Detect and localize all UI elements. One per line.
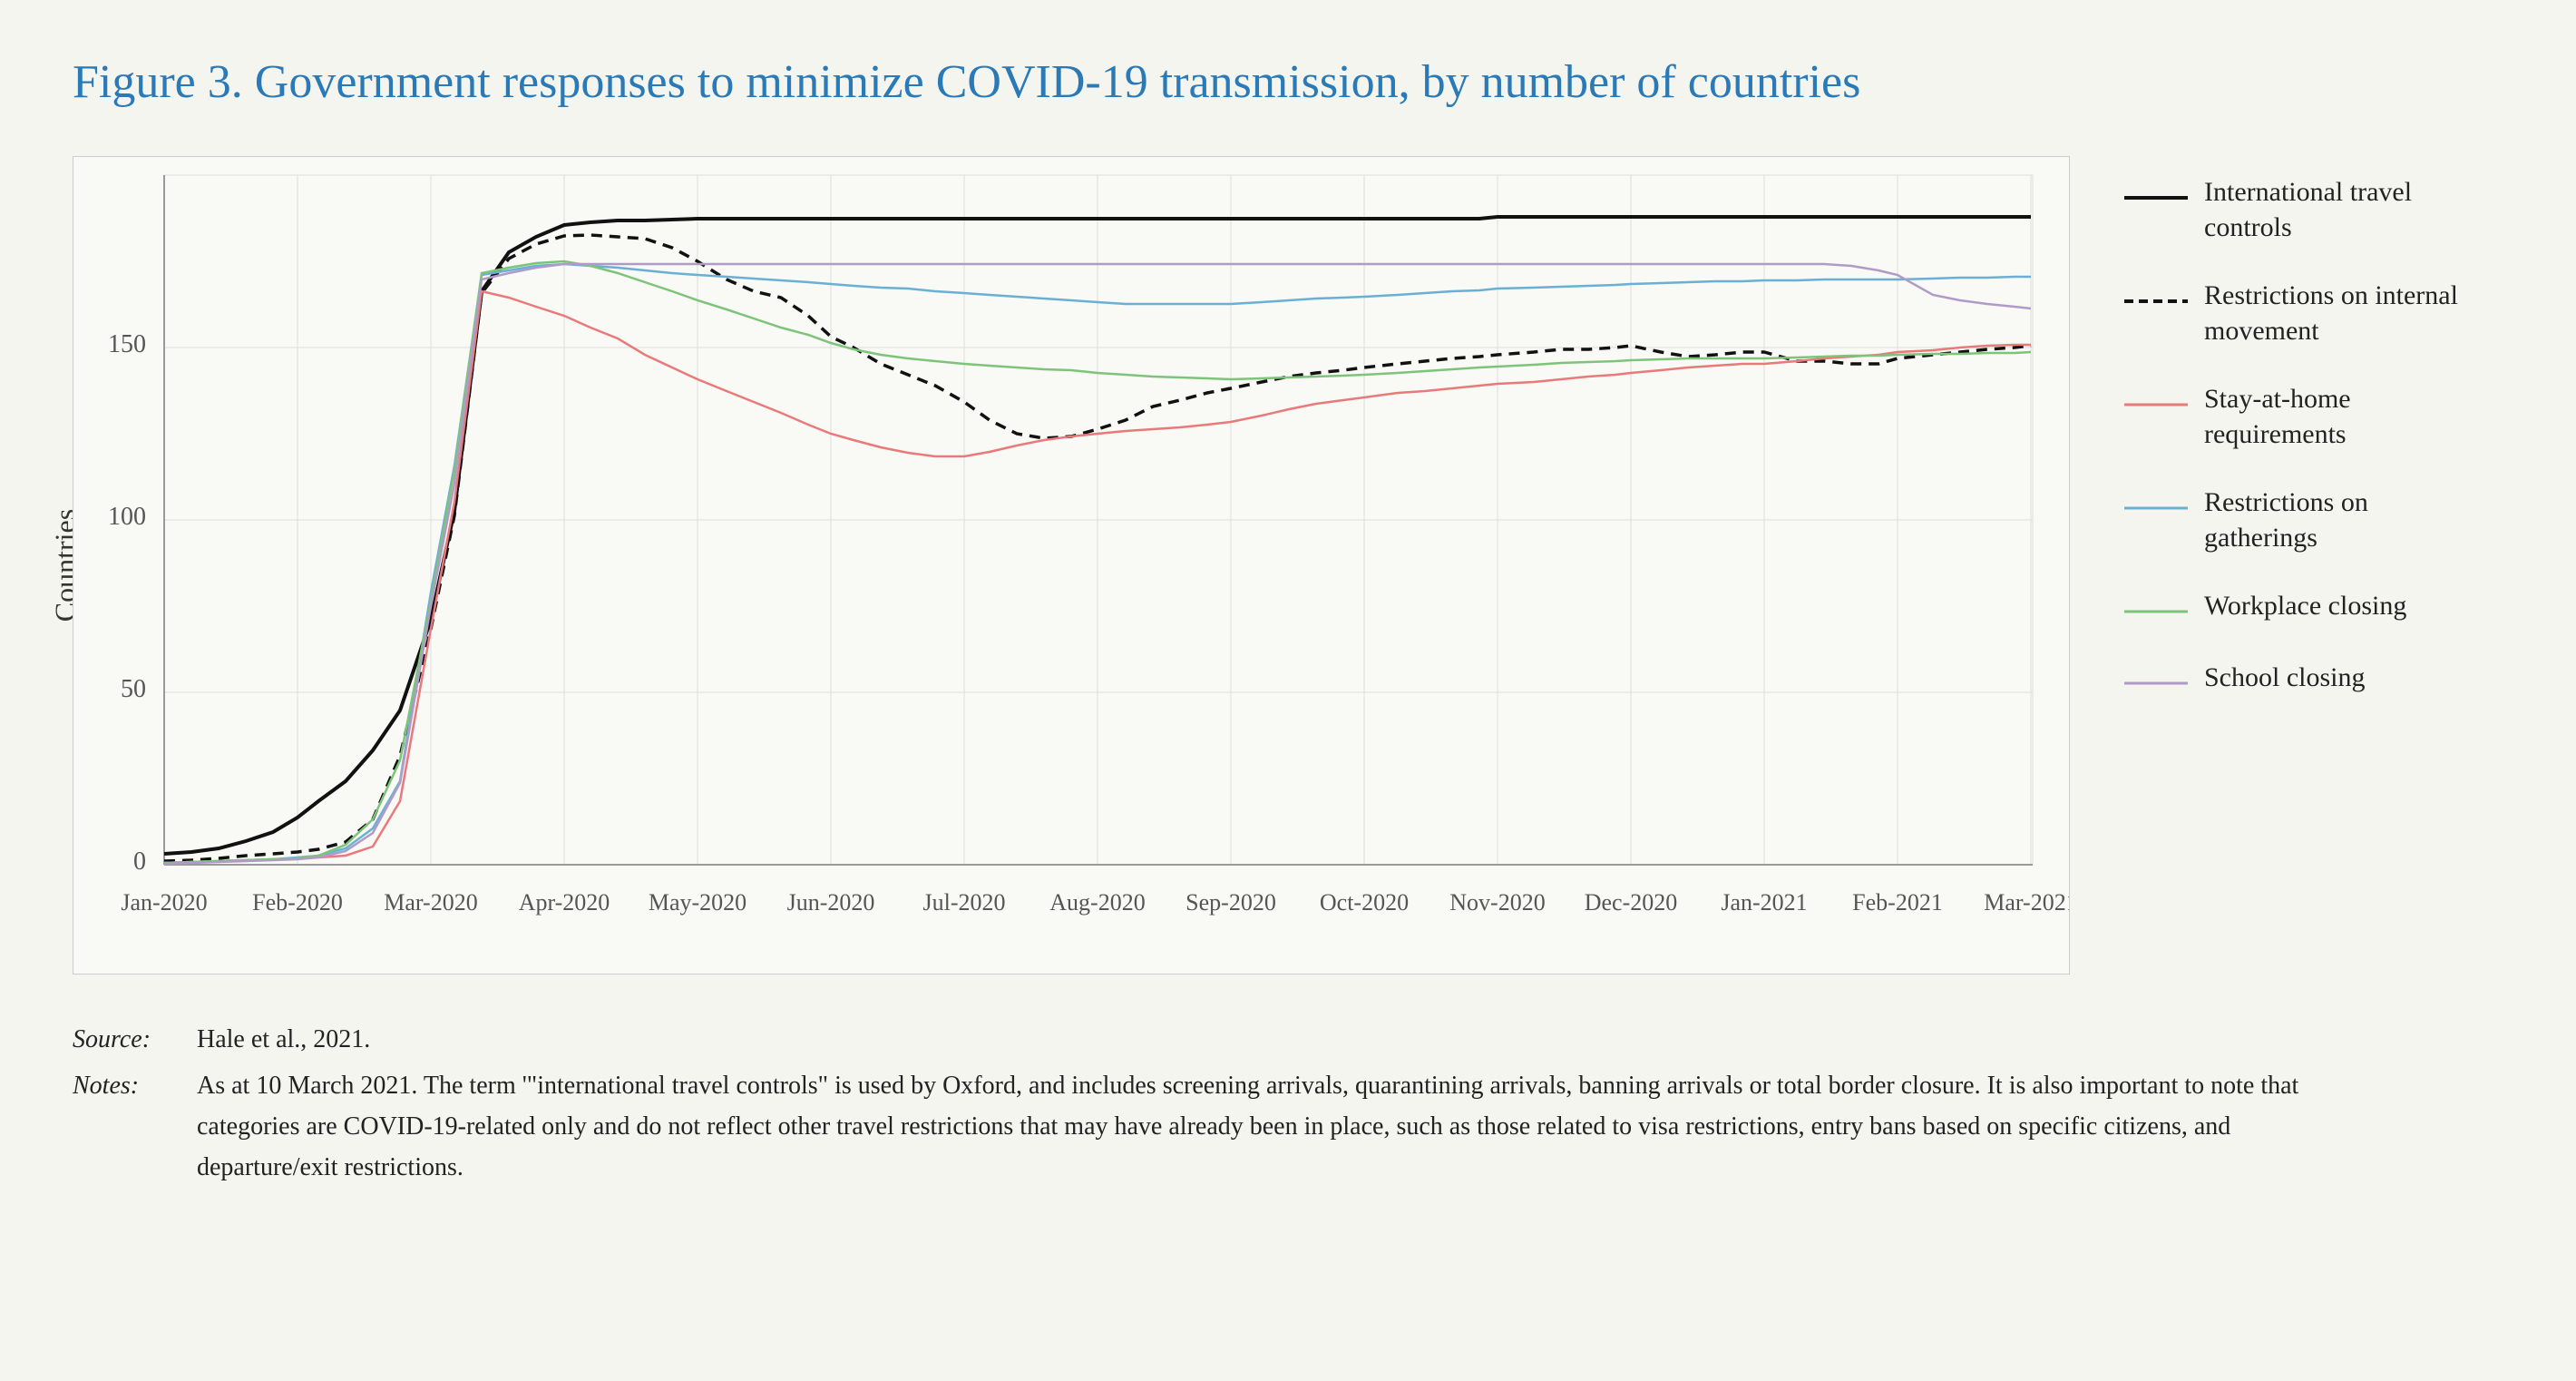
- legend-line-internal: [2124, 290, 2188, 317]
- notes-label: Notes:: [73, 1066, 190, 1107]
- legend-line-workplace: [2124, 601, 2188, 627]
- legend-label-internal: Restrictions on internal movement: [2204, 278, 2487, 348]
- svg-text:0: 0: [133, 847, 146, 876]
- legend-line-international: [2124, 187, 2188, 213]
- svg-text:Jan-2021: Jan-2021: [1721, 889, 1807, 916]
- legend-item-internal: Restrictions on internal movement: [2124, 278, 2487, 348]
- legend-item-gatherings: Restrictions on gatherings: [2124, 485, 2487, 555]
- chart-container: Countries: [73, 156, 2503, 975]
- svg-text:Sep-2020: Sep-2020: [1186, 889, 1276, 916]
- legend-label-gatherings: Restrictions on gatherings: [2204, 485, 2487, 555]
- legend-line-school: [2124, 672, 2188, 699]
- source-line: Source: Hale et al., 2021.: [73, 1020, 2503, 1061]
- legend-line-gatherings: [2124, 497, 2188, 524]
- chart-svg: 0 50 100 150 Jan-2020 Feb-2020 Mar-2020 …: [73, 157, 2069, 974]
- svg-text:Aug-2020: Aug-2020: [1049, 889, 1145, 916]
- svg-text:Oct-2020: Oct-2020: [1320, 889, 1409, 916]
- chart-area: 0 50 100 150 Jan-2020 Feb-2020 Mar-2020 …: [73, 156, 2070, 975]
- legend-label-international: International travel controls: [2204, 174, 2487, 245]
- legend-label-school: School closing: [2204, 660, 2366, 695]
- legend-label-stayathome: Stay-at-home requirements: [2204, 381, 2487, 452]
- figure-title: Figure 3. Government responses to minimi…: [73, 54, 2503, 111]
- svg-text:May-2020: May-2020: [649, 889, 746, 916]
- source-label: Source:: [73, 1020, 190, 1061]
- svg-text:Jul-2020: Jul-2020: [923, 889, 1006, 916]
- legend-line-stayathome: [2124, 394, 2188, 420]
- svg-text:Mar-2020: Mar-2020: [384, 889, 477, 916]
- svg-text:Jan-2020: Jan-2020: [121, 889, 207, 916]
- legend-item-school: School closing: [2124, 660, 2487, 699]
- notes-content: As at 10 March 2021. The term '"internat…: [197, 1066, 2374, 1188]
- svg-text:Mar-2021: Mar-2021: [1984, 889, 2069, 916]
- legend: International travel controls Restrictio…: [2124, 156, 2487, 699]
- svg-text:Nov-2020: Nov-2020: [1449, 889, 1545, 916]
- svg-text:Dec-2020: Dec-2020: [1585, 889, 1678, 916]
- svg-text:50: 50: [121, 675, 146, 703]
- legend-item-international: International travel controls: [2124, 174, 2487, 245]
- notes-line: Notes: As at 10 March 2021. The term '"i…: [73, 1066, 2503, 1188]
- legend-item-stayathome: Stay-at-home requirements: [2124, 381, 2487, 452]
- svg-text:Feb-2021: Feb-2021: [1852, 889, 1943, 916]
- legend-item-workplace: Workplace closing: [2124, 588, 2487, 627]
- svg-text:Jun-2020: Jun-2020: [787, 889, 875, 916]
- source-content: Hale et al., 2021.: [197, 1020, 370, 1061]
- legend-label-workplace: Workplace closing: [2204, 588, 2406, 623]
- source-notes: Source: Hale et al., 2021. Notes: As at …: [73, 1020, 2503, 1188]
- svg-text:100: 100: [108, 503, 146, 531]
- svg-text:Apr-2020: Apr-2020: [519, 889, 610, 916]
- svg-text:Feb-2020: Feb-2020: [252, 889, 343, 916]
- svg-text:150: 150: [108, 330, 146, 358]
